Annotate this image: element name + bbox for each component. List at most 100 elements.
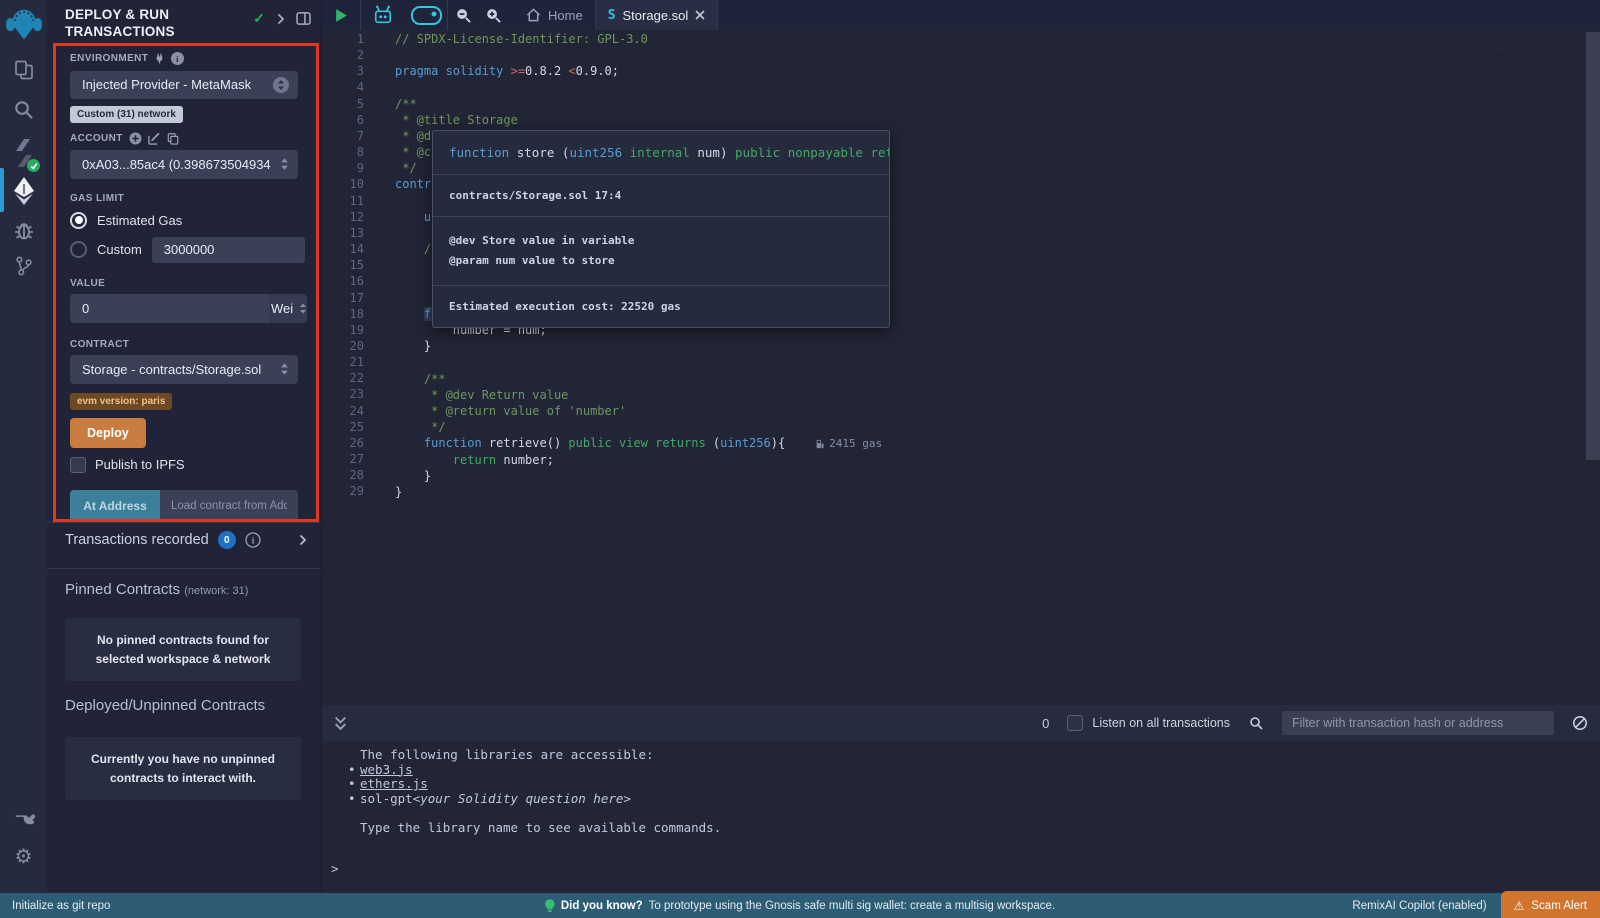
custom-gas-option[interactable]: Custom [70,237,298,263]
line-number[interactable]: 12 [322,209,372,225]
terminal[interactable]: The following libraries are accessible: … [322,741,1600,893]
code-line[interactable]: * @dev Return value [395,387,1470,403]
code-line[interactable]: } [395,338,1470,354]
add-account-icon[interactable] [129,132,142,145]
environment-select[interactable]: Injected Provider - MetaMask [70,71,298,99]
line-number[interactable]: 10 [322,176,372,192]
tab-storage-sol[interactable]: S Storage.sol [596,0,718,30]
git-init-button[interactable]: Initialize as git repo [0,900,110,912]
line-number[interactable]: 3 [322,63,372,79]
expand-panel-icon[interactable] [276,13,285,25]
account-select[interactable]: 0xA03...85ac4 (0.398673504934 [70,150,298,179]
terminal-link[interactable]: web3.js [360,763,413,778]
code-line[interactable]: // SPDX-License-Identifier: GPL-3.0 [395,31,1470,47]
at-address-input[interactable] [160,490,298,522]
line-number[interactable]: 18 [322,306,372,322]
publish-ipfs-checkbox[interactable] [70,457,86,473]
code-line[interactable]: */ [395,419,1470,435]
line-number[interactable]: 6 [322,112,372,128]
line-number[interactable]: 13 [322,225,372,241]
pin-panel-icon[interactable] [296,12,311,25]
code-line[interactable]: } [395,468,1470,484]
code-line[interactable]: * @title Storage [395,112,1470,128]
code-line[interactable]: /** [395,96,1470,112]
terminal-link[interactable]: ethers.js [360,777,428,792]
line-number[interactable]: 5 [322,96,372,112]
radio-selected[interactable] [70,212,87,229]
listen-all-row[interactable]: Listen on all transactions [1067,715,1230,731]
code-line[interactable] [395,79,1470,95]
clear-console-icon[interactable] [1572,715,1588,731]
close-tab-icon[interactable] [695,10,705,20]
deploy-and-run-icon[interactable] [0,176,47,206]
scam-alert-button[interactable]: ⚠ Scam Alert [1501,891,1600,918]
contract-select[interactable]: Storage - contracts/Storage.sol [70,355,298,384]
deploy-button[interactable]: Deploy [70,418,146,448]
transaction-filter-input[interactable] [1282,711,1554,735]
line-number[interactable]: 19 [322,322,372,338]
code-line[interactable]: return number; [395,452,1470,468]
line-number[interactable]: 17 [322,290,372,306]
code-line[interactable]: pragma solidity >=0.8.2 <0.9.0; [395,63,1470,79]
code-line[interactable] [395,47,1470,63]
transactions-info-icon[interactable]: i [245,532,261,548]
at-address-button[interactable]: At Address [70,490,160,522]
estimated-gas-option[interactable]: Estimated Gas [70,212,298,229]
publish-ipfs-row[interactable]: Publish to IPFS [70,457,298,473]
collapse-terminal-icon[interactable] [334,716,347,731]
listen-all-checkbox[interactable] [1067,715,1083,731]
line-number[interactable]: 7 [322,128,372,144]
radio-unselected[interactable] [70,241,87,258]
minimap[interactable]: // SPDX-License-Identifier: GPL-3.0pragm… [1479,32,1583,88]
sign-message-icon[interactable] [148,132,161,145]
search-icon[interactable] [0,98,47,121]
remix-logo-icon[interactable] [0,5,47,43]
line-number[interactable]: 24 [322,403,372,419]
copilot-status[interactable]: RemixAI Copilot (enabled) [1352,900,1486,912]
line-number[interactable]: 8 [322,144,372,160]
line-number[interactable]: 4 [322,79,372,95]
line-number[interactable]: 15 [322,257,372,273]
git-icon[interactable] [0,254,47,278]
line-number[interactable]: 27 [322,451,372,467]
line-number[interactable]: 25 [322,419,372,435]
line-number[interactable]: 14 [322,241,372,257]
line-number[interactable]: 1 [322,31,372,47]
terminal-prompt[interactable]: > [322,862,1600,877]
line-number[interactable]: 26 [322,435,372,451]
plug-icon[interactable] [154,53,165,64]
settings-icon[interactable]: ⚙ [0,844,47,869]
copilot-toggle[interactable] [405,6,447,25]
code-line[interactable]: /** [395,371,1470,387]
code-line[interactable]: * @return value of 'number' [395,403,1470,419]
value-unit-select[interactable]: Wei [270,294,307,323]
value-input[interactable] [70,294,270,323]
zoom-in-icon[interactable] [478,7,508,24]
run-script-icon[interactable] [322,8,360,23]
terminal-search-icon[interactable] [1248,715,1264,731]
debugger-icon[interactable] [0,218,47,242]
environment-info-icon[interactable]: i [171,52,184,65]
editor-scrollbar[interactable] [1586,32,1600,460]
line-number[interactable]: 20 [322,338,372,354]
line-number[interactable]: 28 [322,467,372,483]
code-line[interactable]: } [395,484,1470,500]
line-number[interactable]: 22 [322,370,372,386]
copy-account-icon[interactable] [167,132,179,145]
code-line[interactable]: function retrieve() public view returns … [395,435,1470,452]
line-number[interactable]: 11 [322,193,372,209]
file-explorer-icon[interactable] [0,58,47,82]
solidity-compiler-icon[interactable] [0,138,47,168]
line-number[interactable]: 2 [322,47,372,63]
line-number[interactable]: 29 [322,483,372,499]
line-number[interactable]: 9 [322,160,372,176]
plugin-manager-icon[interactable] [0,808,47,832]
line-number[interactable]: 21 [322,354,372,370]
custom-gas-input[interactable] [152,237,305,263]
tab-home[interactable]: Home [514,0,595,30]
line-number[interactable]: 16 [322,273,372,289]
line-number[interactable]: 23 [322,386,372,402]
transactions-expand-icon[interactable] [299,534,307,546]
code-line[interactable] [395,355,1470,371]
zoom-out-icon[interactable] [448,7,478,24]
